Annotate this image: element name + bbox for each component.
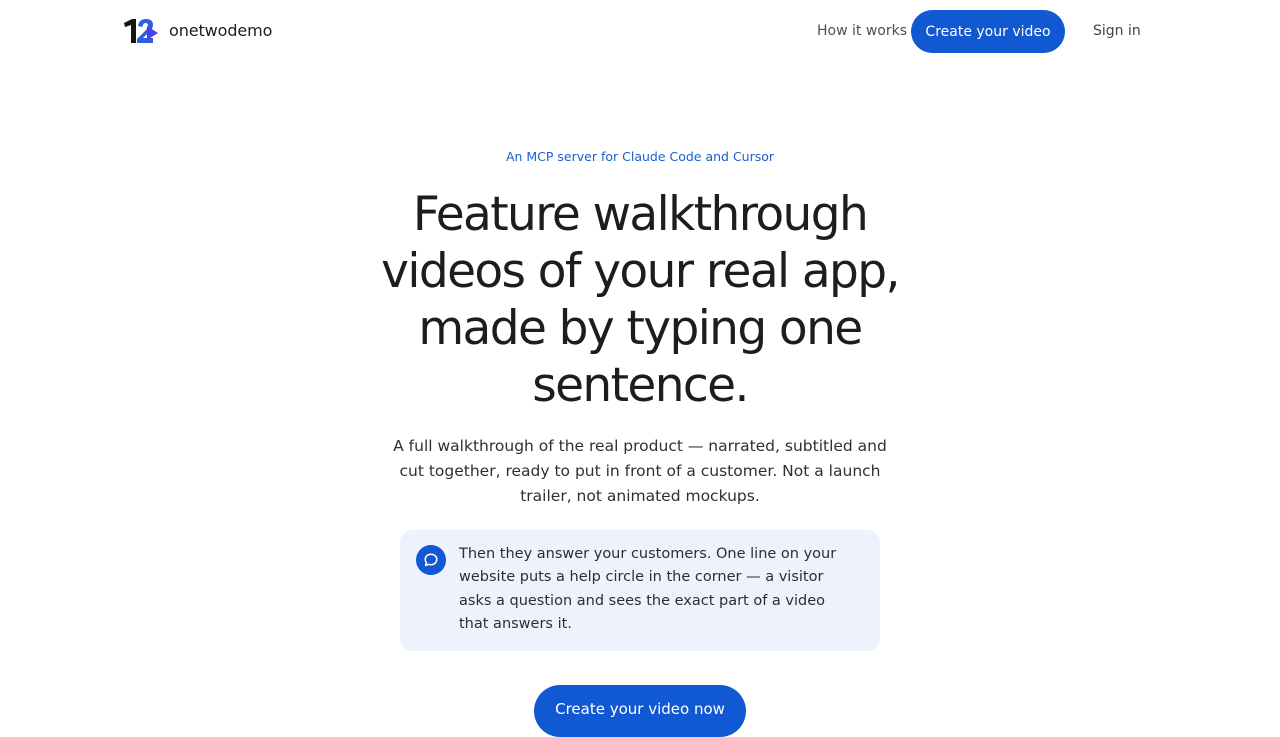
- nav-link-how-it-works[interactable]: How it works: [817, 20, 907, 42]
- hero-subhead: A full walkthrough of the real product —…: [393, 437, 887, 505]
- create-video-now-button[interactable]: Create your video now: [534, 685, 746, 737]
- brand-home-link[interactable]: onetwodemo: [123, 18, 272, 44]
- sign-in-link[interactable]: Sign in: [1093, 20, 1141, 42]
- create-video-button[interactable]: Create your video: [911, 10, 1065, 53]
- help-callout: Then they answer your customers. One lin…: [400, 530, 880, 651]
- chat-bubble-icon: [416, 545, 446, 575]
- onetwodemo-logo-icon: [124, 19, 158, 43]
- brand-name: onetwodemo: [169, 21, 273, 40]
- callout-text: Then they answer your customers. One lin…: [459, 546, 837, 632]
- hero-eyebrow: An MCP server for Claude Code and Cursor: [505, 149, 775, 164]
- hero-headline: Feature walkthrough videos of your real …: [381, 187, 900, 413]
- top-navbar: onetwodemo How it works Create your vide…: [0, 0, 1280, 62]
